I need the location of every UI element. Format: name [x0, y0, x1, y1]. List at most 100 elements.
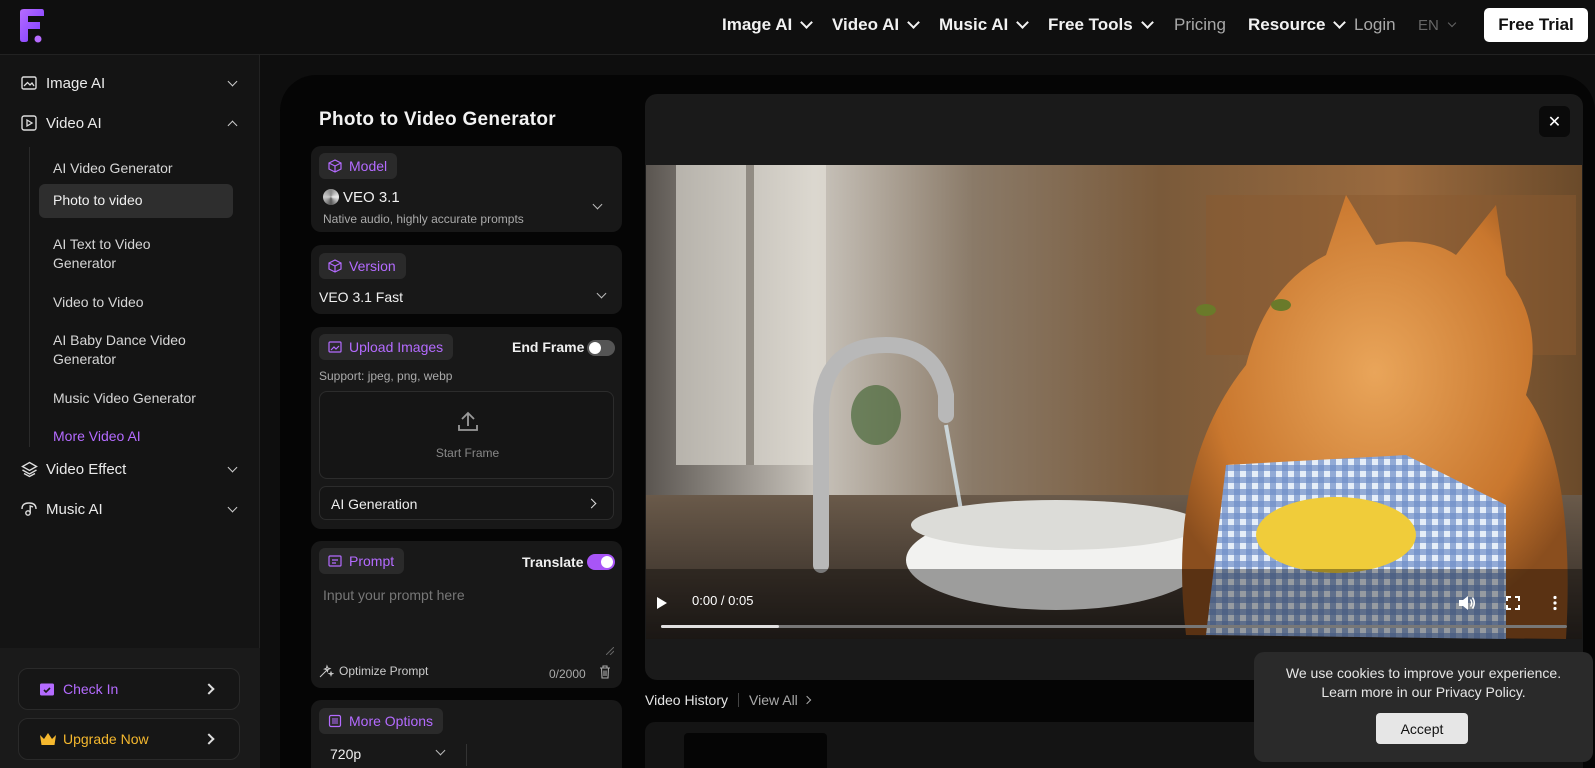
magic-wand-icon	[319, 664, 334, 678]
sidebar-item-label: Video AI	[46, 114, 102, 132]
sidebar-item-image-ai[interactable]: Image AI	[20, 68, 242, 98]
close-button[interactable]: ✕	[1539, 106, 1570, 137]
version-card[interactable]: Version VEO 3.1 Fast	[311, 245, 622, 314]
language-select[interactable]: EN	[1418, 17, 1457, 34]
model-name: VEO 3.1	[343, 189, 400, 206]
sidebar-subitem-more-video-ai[interactable]: More Video AI	[39, 421, 233, 452]
video-history-label: Video History	[645, 692, 729, 708]
translate-label: Translate	[522, 554, 584, 570]
edit-icon	[328, 555, 342, 567]
nav-pricing[interactable]: Pricing	[1174, 15, 1226, 35]
video-history-header: Video History View All	[645, 692, 812, 708]
cookie-banner: We use cookies to improve your experienc…	[1254, 652, 1593, 762]
view-all-label: View All	[749, 692, 798, 708]
upgrade-label: Upgrade Now	[63, 731, 149, 747]
chevron-down-icon	[1447, 18, 1457, 28]
nav-resource[interactable]: Resource	[1248, 15, 1347, 35]
sidebar-subitem-ai-baby-dance[interactable]: AI Baby Dance Video Generator	[39, 325, 219, 375]
chevron-up-icon	[227, 120, 238, 131]
prompt-card: Prompt Translate Input your prompt here …	[311, 541, 622, 688]
start-frame-dropzone[interactable]: Start Frame	[319, 391, 614, 479]
prompt-tag: Prompt	[319, 548, 405, 574]
video-icon	[20, 114, 38, 132]
chevron-down-icon	[596, 288, 607, 299]
more-options-tag: More Options	[319, 708, 444, 734]
video-progress-bar[interactable]	[661, 625, 1567, 628]
chevron-down-icon	[907, 16, 920, 29]
sidebar-item-label: Image AI	[46, 74, 106, 92]
nav-image-ai[interactable]: Image AI	[722, 15, 814, 35]
translate-toggle[interactable]	[587, 554, 615, 570]
volume-icon[interactable]	[1458, 595, 1476, 611]
prompt-tag-label: Prompt	[349, 553, 395, 569]
cookie-text-line1: We use cookies to improve your experienc…	[1285, 665, 1562, 681]
chevron-down-icon	[435, 745, 446, 756]
upload-support-text: Support: jpeg, png, webp	[319, 369, 453, 383]
sidebar-subitem-music-video-generator[interactable]: Music Video Generator	[39, 383, 233, 414]
resolution-select[interactable]: 720p	[319, 740, 459, 768]
sidebar-subitem-video-to-video[interactable]: Video to Video	[39, 287, 233, 318]
calendar-check-icon	[39, 681, 55, 697]
view-all-link[interactable]: View All	[749, 692, 812, 708]
model-tag-label: Model	[349, 158, 388, 174]
char-count: 0/2000	[549, 667, 586, 681]
fullscreen-icon[interactable]	[1506, 596, 1520, 610]
video-player[interactable]	[646, 165, 1582, 639]
submenu-guide-line	[29, 147, 30, 447]
cube-icon	[328, 159, 342, 173]
upgrade-now-button[interactable]: Upgrade Now	[18, 718, 240, 760]
sidebar-item-music-ai[interactable]: Music AI	[20, 494, 242, 524]
end-frame-toggle[interactable]	[587, 340, 615, 356]
model-card[interactable]: Model VEO 3.1 Native audio, highly accur…	[311, 146, 622, 232]
logo-icon[interactable]	[18, 8, 46, 44]
sidebar-item-label: Video Effect	[46, 460, 127, 478]
sidebar-item-video-effect[interactable]: Video Effect	[20, 454, 242, 484]
check-in-button[interactable]: Check In	[18, 668, 240, 710]
video-progress-fill	[661, 625, 779, 628]
nav-login[interactable]: Login	[1354, 15, 1396, 35]
veo-logo-icon	[323, 189, 339, 205]
sidebar-subitem-ai-text-to-video[interactable]: AI Text to Video Generator	[39, 229, 209, 279]
more-vertical-icon[interactable]	[1552, 595, 1558, 611]
sidebar-item-label: Music AI	[46, 500, 103, 518]
model-tag: Model	[319, 153, 398, 179]
resize-handle-icon[interactable]	[606, 647, 614, 655]
free-trial-button[interactable]: Free Trial	[1484, 8, 1588, 42]
start-frame-label: Start Frame	[435, 446, 500, 460]
chevron-right-icon	[203, 733, 215, 745]
layers-icon	[20, 460, 38, 478]
divider	[738, 693, 740, 707]
video-frame-image	[646, 165, 1582, 639]
music-note-icon	[20, 500, 38, 518]
sidebar-item-video-ai[interactable]: Video AI	[20, 108, 242, 138]
chevron-right-icon	[586, 498, 597, 509]
upload-card: Upload Images End Frame Support: jpeg, p…	[311, 327, 622, 529]
model-description: Native audio, highly accurate prompts	[323, 212, 524, 226]
nav-music-ai[interactable]: Music AI	[939, 15, 1030, 35]
upload-icon	[458, 411, 478, 431]
video-history-thumbnail[interactable]	[684, 733, 827, 768]
sidebar-subitem-photo-to-video[interactable]: Photo to video	[39, 184, 233, 218]
upload-tag-label: Upload Images	[349, 339, 444, 355]
nav-video-ai[interactable]: Video AI	[832, 15, 920, 35]
sidebar-subitem-ai-video-generator[interactable]: AI Video Generator	[39, 153, 233, 184]
resolution-value: 720p	[330, 746, 362, 762]
accept-cookies-button[interactable]: Accept	[1376, 713, 1468, 744]
chevron-right-icon	[203, 683, 215, 695]
page: Image AI Video AI Music AI Free Tools Pr…	[0, 0, 1595, 768]
ai-generation-button[interactable]: AI Generation	[319, 486, 614, 520]
chevron-down-icon	[1140, 16, 1154, 29]
nav-free-tools[interactable]: Free Tools	[1048, 15, 1154, 35]
ai-generation-label: AI Generation	[331, 496, 418, 512]
play-icon[interactable]	[654, 596, 668, 610]
upload-images-tag: Upload Images	[319, 334, 454, 360]
trash-icon[interactable]	[599, 665, 611, 679]
check-in-label: Check In	[63, 681, 119, 697]
version-tag-label: Version	[349, 258, 396, 274]
image-upload-icon	[328, 341, 342, 353]
cookie-text-line2: Learn more in our Privacy Policy.	[1321, 684, 1526, 700]
chevron-right-icon	[802, 695, 812, 705]
prompt-input[interactable]: Input your prompt here	[317, 581, 616, 657]
top-navbar: Image AI Video AI Music AI Free Tools Pr…	[0, 0, 1595, 55]
optimize-prompt-button[interactable]: Optimize Prompt	[319, 664, 428, 678]
